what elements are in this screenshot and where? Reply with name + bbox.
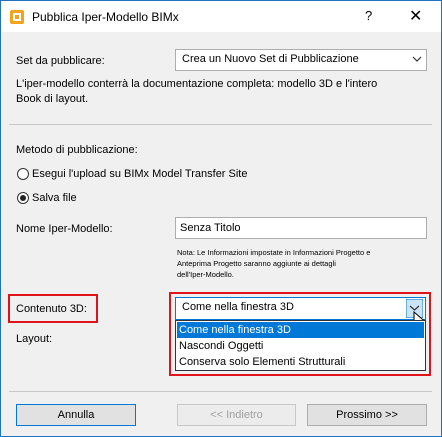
separator (9, 391, 432, 392)
option-nascondi-oggetti[interactable]: Nascondi Oggetti (177, 338, 424, 354)
radio-save-file-label[interactable]: Salva file (32, 192, 77, 204)
set-label: Set da pubblicare: (16, 55, 105, 67)
back-button[interactable]: << Indietro (177, 404, 296, 426)
help-button[interactable]: ? (365, 8, 372, 23)
content3d-label: Contenuto 3D: (16, 303, 87, 315)
set-select-value: Crea un Nuovo Set di Pubblicazione (182, 53, 359, 65)
window-title: Pubblica Iper-Modello BIMx (32, 10, 179, 24)
model-name-input[interactable]: Senza Titolo (175, 217, 427, 239)
model-name-value: Senza Titolo (180, 222, 241, 234)
chevron-down-icon (412, 56, 422, 62)
bimx-app-icon (10, 10, 24, 24)
layout-label: Layout: (16, 333, 53, 345)
next-button[interactable]: Prossimo >> (307, 404, 427, 426)
publish-dialog: Pubblica Iper-Modello BIMx ? ✕ Set da pu… (0, 0, 442, 437)
content3d-options-list: Come nella finestra 3D Nascondi Oggetti … (175, 320, 426, 371)
set-description-line1: L'iper-modello conterrà la documentazion… (16, 78, 378, 90)
close-button[interactable]: ✕ (409, 6, 422, 26)
option-come-nella-finestra-3d[interactable]: Come nella finestra 3D (177, 322, 424, 338)
method-label: Metodo di pubblicazione: (16, 144, 138, 156)
set-select[interactable]: Crea un Nuovo Set di Pubblicazione (175, 49, 427, 71)
separator (9, 124, 432, 125)
title-bar: Pubblica Iper-Modello BIMx ? ✕ (1, 1, 441, 32)
radio-save-file[interactable] (17, 192, 29, 204)
note-line1: Nota: Le Informazioni impostate in Infor… (177, 248, 371, 257)
radio-upload-label[interactable]: Esegui l'upload su BIMx Model Transfer S… (32, 168, 247, 180)
note-line2: Anteprima Progetto saranno aggiunte ai d… (177, 259, 336, 268)
content3d-select[interactable]: Come nella finestra 3D (175, 297, 426, 320)
option-conserva-solo-elementi-strutturali[interactable]: Conserva solo Elementi Strutturali (177, 354, 424, 370)
model-name-label: Nome Iper-Modello: (16, 223, 113, 235)
set-description-line2: Book di layout. (16, 93, 89, 105)
note-line3: dell'Iper-Modello. (177, 270, 234, 279)
cancel-button[interactable]: Annulla (16, 404, 136, 426)
radio-upload[interactable] (17, 168, 29, 180)
content3d-select-value: Come nella finestra 3D (182, 301, 294, 313)
